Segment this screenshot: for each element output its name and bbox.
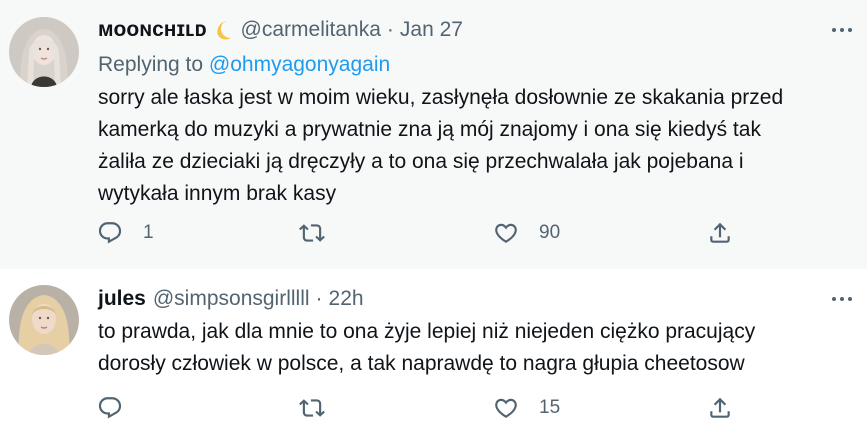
more-options-icon[interactable] [832, 28, 852, 32]
timestamp[interactable]: Jan 27 [400, 18, 463, 42]
like-icon [493, 395, 519, 421]
mention-link[interactable]: @ohmyagonyagain [209, 53, 390, 76]
tweet-actions: 1 90 [97, 220, 747, 250]
replying-prefix: Replying to [98, 53, 204, 76]
reply-button[interactable] [97, 395, 143, 421]
tweet-simpsonsgirl[interactable]: jules @simpsonsgirlllll · 22h to prawda,… [0, 269, 867, 425]
tweet-text-line: to prawda, jak dla mnie to ona żyje lepi… [98, 320, 756, 343]
replying-to: Replying to @ohmyagonyagain [98, 53, 390, 77]
like-count: 15 [539, 397, 561, 418]
separator-dot: · [386, 18, 394, 41]
tweet-text: to prawda, jak dla mnie to ona żyje lepi… [98, 316, 858, 380]
retweet-icon [299, 220, 325, 246]
display-name[interactable]: ᴍᴏᴏɴᴄʜɪʟᴅ [98, 18, 207, 42]
reply-icon [97, 395, 123, 421]
like-button[interactable]: 15 [493, 395, 560, 421]
timestamp[interactable]: 22h [329, 287, 364, 311]
tweet-text-line: żaliła ze dzieciaki ją dręczyły a to ona… [98, 150, 744, 173]
like-button[interactable]: 90 [493, 220, 560, 246]
reply-button[interactable]: 1 [97, 220, 154, 246]
username-handle[interactable]: @simpsonsgirlllll [153, 287, 310, 311]
retweet-icon [299, 395, 325, 421]
reply-count: 1 [143, 222, 154, 243]
retweet-button[interactable] [299, 220, 345, 246]
tweet-carmelitanka[interactable]: ᴍᴏᴏɴᴄʜɪʟᴅ @carmelitanka · Jan 27 Replyin… [0, 0, 867, 269]
tweet-text: sorry ale łaska jest w moim wieku, zasły… [98, 82, 858, 210]
crescent-moon-icon [213, 19, 235, 41]
share-button[interactable] [707, 220, 733, 246]
retweet-button[interactable] [299, 395, 345, 421]
like-count: 90 [539, 222, 561, 243]
tweet-text-line: sorry ale łaska jest w moim wieku, zasły… [98, 86, 784, 109]
more-options-icon[interactable] [832, 297, 852, 301]
reply-icon [97, 220, 123, 246]
tweet-actions: 15 [97, 395, 747, 425]
display-name[interactable]: jules [98, 287, 146, 311]
avatar[interactable] [9, 285, 79, 355]
share-icon [707, 395, 733, 421]
tweet-header: jules @simpsonsgirlllll · 22h [98, 287, 364, 311]
share-button[interactable] [707, 395, 733, 421]
tweet-text-line: dorosły człowiek w polsce, a tak naprawd… [98, 352, 745, 375]
share-icon [707, 220, 733, 246]
like-icon [493, 220, 519, 246]
tweet-text-line: kamerką do muzyki a prywatnie zna ją mój… [98, 118, 761, 141]
tweet-text-line: wytykała innym brak kasy [98, 182, 337, 205]
avatar[interactable] [9, 17, 79, 87]
tweet-header: ᴍᴏᴏɴᴄʜɪʟᴅ @carmelitanka · Jan 27 [98, 18, 463, 42]
username-handle[interactable]: @carmelitanka [241, 18, 381, 42]
separator-dot: · [315, 287, 323, 310]
